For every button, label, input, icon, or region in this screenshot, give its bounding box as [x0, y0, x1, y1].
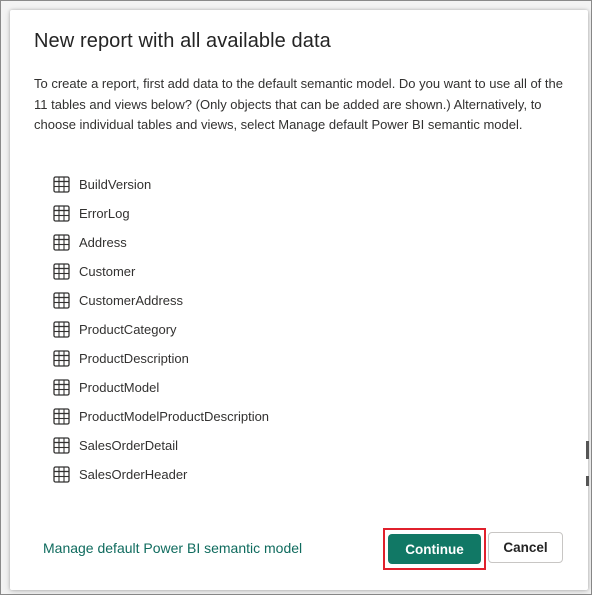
table-list-item: SalesOrderDetail — [53, 431, 269, 460]
table-grid-icon — [53, 350, 70, 367]
table-name: Address — [79, 235, 127, 250]
scrollbar-fragment — [586, 441, 589, 459]
table-grid-icon — [53, 437, 70, 454]
table-name: ProductModelProductDescription — [79, 409, 270, 424]
manage-semantic-model-link[interactable]: Manage default Power BI semantic model — [43, 540, 302, 556]
table-grid-icon — [53, 466, 70, 483]
table-grid-icon — [53, 205, 70, 222]
table-name: BuildVersion — [79, 177, 152, 192]
table-name: ProductCategory — [79, 322, 177, 337]
table-grid-icon — [53, 379, 70, 396]
table-list-item: ProductCategory — [53, 315, 269, 344]
scrollbar-fragment — [586, 476, 589, 486]
table-name: SalesOrderHeader — [79, 467, 188, 482]
table-list-item: ProductDescription — [53, 344, 269, 373]
table-name: ErrorLog — [79, 206, 130, 221]
table-list-item: Customer — [53, 257, 269, 286]
table-name: SalesOrderDetail — [79, 438, 178, 453]
table-name: ProductDescription — [79, 351, 189, 366]
table-grid-icon — [53, 292, 70, 309]
table-list-item: ProductModel — [53, 373, 269, 402]
table-list: BuildVersion ErrorLog Address Customer Custo… — [53, 170, 269, 489]
table-list-item: ProductModelProductDescription — [53, 402, 269, 431]
table-grid-icon — [53, 234, 70, 251]
table-grid-icon — [53, 263, 70, 280]
table-grid-icon — [53, 408, 70, 425]
table-name: ProductModel — [79, 380, 160, 395]
dialog-title: New report with all available data — [34, 30, 331, 52]
table-grid-icon — [53, 176, 70, 193]
table-name: CustomerAddress — [79, 293, 184, 308]
table-list-item: ErrorLog — [53, 199, 269, 228]
table-list-item: CustomerAddress — [53, 286, 269, 315]
new-report-dialog: New report with all available data To cr… — [10, 10, 588, 590]
continue-button[interactable]: Continue — [388, 534, 481, 564]
table-list-item: Address — [53, 228, 269, 257]
table-list-item: SalesOrderHeader — [53, 460, 269, 489]
table-name: Customer — [79, 264, 136, 279]
dialog-description: To create a report, first add data to th… — [34, 76, 563, 132]
cancel-button[interactable]: Cancel — [488, 532, 563, 563]
window-frame: New report with all available data To cr… — [0, 0, 592, 595]
table-list-item: BuildVersion — [53, 170, 269, 199]
table-grid-icon — [53, 321, 70, 338]
continue-highlight-box: Continue — [383, 528, 486, 570]
